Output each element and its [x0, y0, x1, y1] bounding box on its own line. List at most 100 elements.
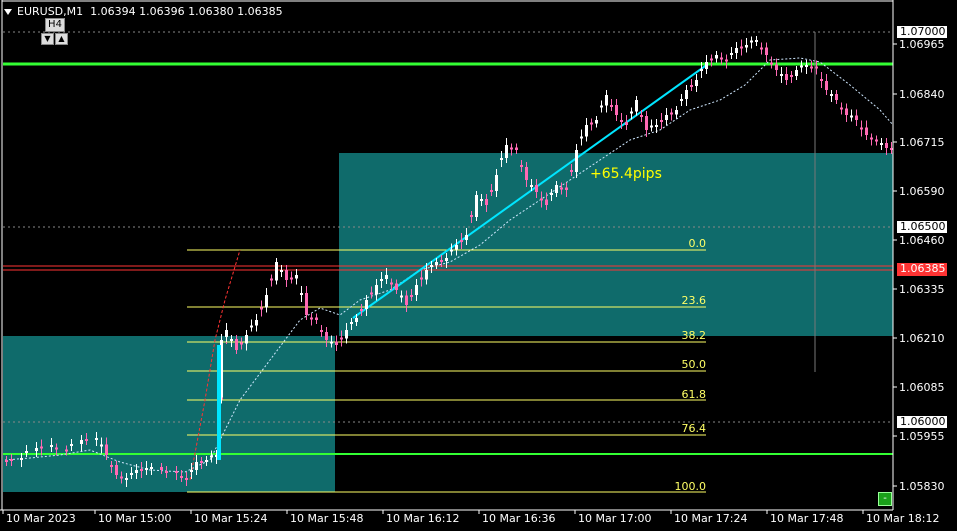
price-label: 1.06085	[899, 381, 945, 394]
candle-body	[725, 59, 728, 62]
candle-body	[315, 317, 318, 320]
candle-body	[635, 100, 638, 112]
candle-body	[125, 478, 128, 480]
time-label: 10 Mar 16:36	[482, 512, 556, 525]
time-label: 10 Mar 17:24	[674, 512, 748, 525]
ohlc-values: 1.06394 1.06396 1.06380 1.06385	[90, 5, 283, 18]
candle-body	[200, 461, 203, 463]
candle-body	[500, 158, 503, 160]
price-box-107000: 1.07000	[897, 26, 947, 38]
candle-body	[380, 279, 383, 281]
candle-body	[795, 70, 798, 76]
price-label: 1.06715	[899, 136, 945, 149]
candle-body	[705, 62, 708, 69]
dropdown-triangle-icon[interactable]	[4, 9, 12, 15]
candle-body	[720, 57, 723, 60]
candle-body	[630, 111, 633, 114]
fib-level-0: 0.0	[688, 237, 707, 250]
fib-level-61-8: 61.8	[681, 388, 707, 401]
candle-body	[850, 115, 853, 118]
candle-body	[105, 444, 108, 455]
symbol-label: EURUSD,M1	[17, 5, 84, 18]
time-label: 10 Mar 17:00	[578, 512, 652, 525]
candle-body	[595, 120, 598, 124]
candle-body	[535, 185, 538, 192]
candle-body	[845, 108, 848, 115]
timeframe-label[interactable]: H4	[45, 18, 65, 32]
collapse-button[interactable]: -	[878, 492, 892, 506]
candle-body	[50, 445, 53, 447]
candle-body	[540, 198, 543, 201]
candle-body	[245, 335, 248, 344]
candle-body	[655, 125, 658, 127]
candle-body	[865, 127, 868, 135]
candle-body	[485, 199, 488, 205]
candle-body	[565, 187, 568, 190]
candle-body	[450, 249, 453, 252]
candle-body	[820, 79, 823, 81]
candle-body	[260, 307, 263, 310]
candle-body	[475, 195, 478, 217]
candle-body	[555, 185, 558, 193]
candle-body	[240, 342, 243, 345]
price-label: 1.06965	[899, 38, 945, 51]
candle-body	[560, 187, 563, 190]
candle-body	[685, 90, 688, 99]
candle-body	[775, 64, 778, 70]
candle-body	[360, 309, 363, 311]
candle-body	[195, 462, 198, 470]
candle-body	[455, 245, 458, 250]
fib-level-76-4: 76.4	[681, 422, 707, 435]
candle-body	[185, 478, 188, 480]
candle-body	[35, 448, 38, 451]
candle-body	[690, 85, 693, 87]
candle-body	[835, 94, 838, 100]
candle-body	[370, 292, 373, 295]
candle-body	[355, 318, 358, 322]
candle-body	[480, 199, 483, 201]
candle-body	[870, 137, 873, 140]
candle-body	[320, 330, 323, 332]
price-label: 1.06210	[899, 332, 945, 345]
candle-body	[745, 45, 748, 48]
fib-level-100: 100.0	[674, 480, 707, 493]
price-chart[interactable]	[0, 0, 957, 531]
candle-body	[430, 265, 433, 267]
candle-body	[210, 455, 213, 458]
candle-body	[120, 476, 123, 479]
time-label: 10 Mar 15:00	[98, 512, 172, 525]
fib-level-38-2: 38.2	[681, 329, 707, 342]
fib-level-50: 50.0	[681, 358, 707, 371]
candle-body	[250, 325, 253, 328]
candle-body	[415, 285, 418, 295]
candle-body	[765, 47, 768, 55]
candle-body	[385, 275, 388, 279]
candle-body	[85, 439, 88, 441]
candle-body	[805, 65, 808, 67]
candle-body	[285, 270, 288, 280]
candle-body	[160, 467, 163, 470]
candle-body	[205, 460, 208, 462]
candle-body	[290, 277, 293, 280]
candle-body	[610, 105, 613, 107]
candle-body	[495, 175, 498, 191]
candle-body	[510, 147, 513, 150]
candle-body	[440, 260, 443, 262]
triangle-up-icon[interactable]: ▲	[55, 33, 68, 45]
candle-body	[810, 66, 813, 69]
fib-level-23-6: 23.6	[681, 294, 707, 307]
candle-body	[190, 470, 193, 472]
current-price-box: 1.06385	[897, 263, 947, 276]
teal-zone-left	[3, 336, 335, 492]
candle-body	[55, 447, 58, 450]
price-label: 1.05830	[899, 480, 945, 493]
candle-body	[620, 120, 623, 122]
triangle-down-icon[interactable]: ▼	[41, 33, 54, 45]
candle-body	[785, 74, 788, 80]
candle-body	[520, 165, 523, 167]
candle-body	[390, 282, 393, 285]
candle-body	[365, 300, 368, 309]
candle-body	[25, 451, 28, 453]
candle-body	[420, 277, 423, 280]
candle-body	[115, 465, 118, 475]
